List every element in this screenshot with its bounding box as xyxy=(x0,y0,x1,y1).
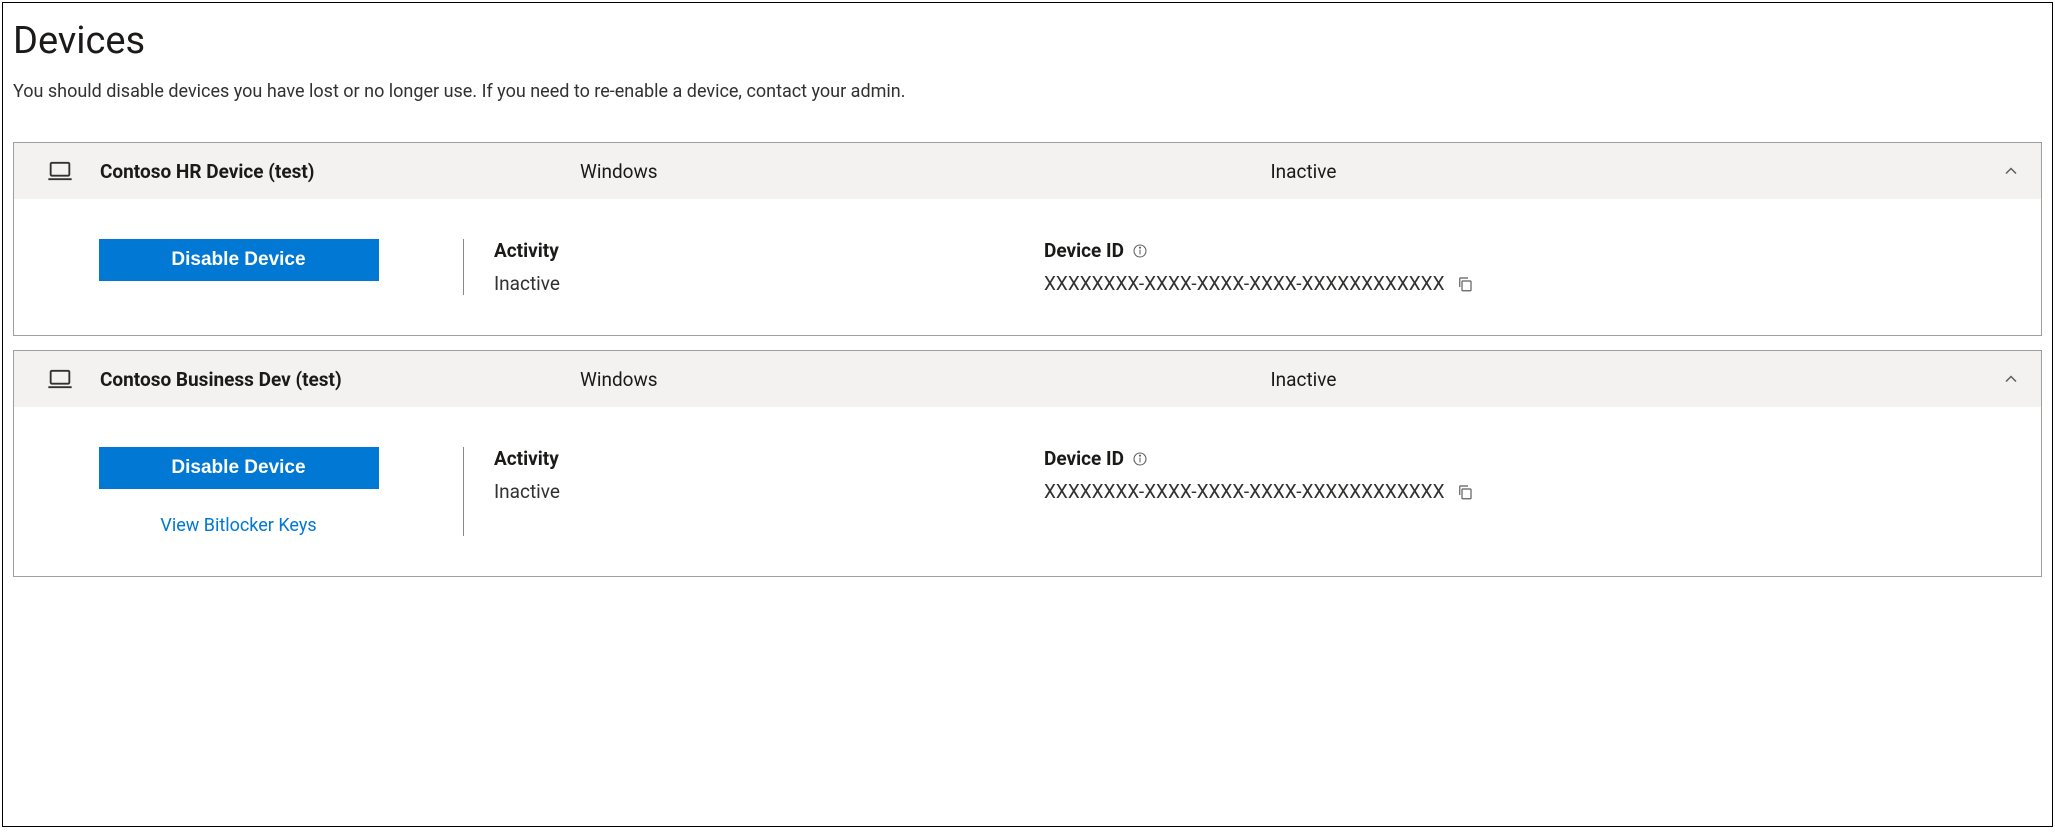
activity-label: Activity xyxy=(494,239,1014,262)
laptop-icon xyxy=(30,157,90,185)
info-icon[interactable] xyxy=(1132,451,1148,467)
activity-field: Activity Inactive xyxy=(494,239,1014,295)
device-body: Disable Device View Bitlocker Keys Activ… xyxy=(14,407,2041,576)
view-bitlocker-link[interactable]: View Bitlocker Keys xyxy=(160,515,316,536)
device-actions: Disable Device xyxy=(64,239,464,295)
device-id-label-text: Device ID xyxy=(1044,447,1124,470)
device-id-value-row: XXXXXXXX-XXXX-XXXX-XXXX-XXXXXXXXXXXX xyxy=(1044,272,2021,295)
activity-value: Inactive xyxy=(494,272,1014,295)
page-title: Devices xyxy=(13,19,2042,63)
device-actions: Disable Device View Bitlocker Keys xyxy=(64,447,464,536)
device-id-label: Device ID xyxy=(1044,447,2021,470)
activity-field: Activity Inactive xyxy=(494,447,1014,536)
device-os: Windows xyxy=(580,368,1261,391)
activity-label: Activity xyxy=(494,447,1014,470)
chevron-up-icon[interactable] xyxy=(1961,369,2021,389)
device-id-label: Device ID xyxy=(1044,239,2021,262)
page-subtitle: You should disable devices you have lost… xyxy=(13,81,2042,102)
device-id-field: Device ID XXXXXXXX-XXXX-XXXX-XXXX-XXXXXX… xyxy=(1044,239,2021,295)
device-id-label-text: Device ID xyxy=(1044,239,1124,262)
device-header-row[interactable]: Contoso HR Device (test) Windows Inactiv… xyxy=(14,143,2041,199)
device-name: Contoso HR Device (test) xyxy=(100,160,570,183)
activity-value: Inactive xyxy=(494,480,1014,503)
device-id-value: XXXXXXXX-XXXX-XXXX-XXXX-XXXXXXXXXXXX xyxy=(1044,480,1444,503)
device-status: Inactive xyxy=(1271,368,1952,391)
device-os: Windows xyxy=(580,160,1261,183)
device-id-value-row: XXXXXXXX-XXXX-XXXX-XXXX-XXXXXXXXXXXX xyxy=(1044,480,2021,503)
device-id-value: XXXXXXXX-XXXX-XXXX-XXXX-XXXXXXXXXXXX xyxy=(1044,272,1444,295)
device-card: Contoso HR Device (test) Windows Inactiv… xyxy=(13,142,2042,336)
device-header-row[interactable]: Contoso Business Dev (test) Windows Inac… xyxy=(14,351,2041,407)
disable-device-button[interactable]: Disable Device xyxy=(99,447,379,489)
device-id-field: Device ID XXXXXXXX-XXXX-XXXX-XXXX-XXXXXX… xyxy=(1044,447,2021,536)
copy-icon[interactable] xyxy=(1456,275,1474,293)
device-name: Contoso Business Dev (test) xyxy=(100,368,570,391)
device-card: Contoso Business Dev (test) Windows Inac… xyxy=(13,350,2042,577)
chevron-up-icon[interactable] xyxy=(1961,161,2021,181)
disable-device-button[interactable]: Disable Device xyxy=(99,239,379,281)
device-status: Inactive xyxy=(1271,160,1952,183)
device-body: Disable Device Activity Inactive Device … xyxy=(14,199,2041,335)
info-icon[interactable] xyxy=(1132,243,1148,259)
copy-icon[interactable] xyxy=(1456,483,1474,501)
laptop-icon xyxy=(30,365,90,393)
page-container: Devices You should disable devices you h… xyxy=(2,2,2053,827)
